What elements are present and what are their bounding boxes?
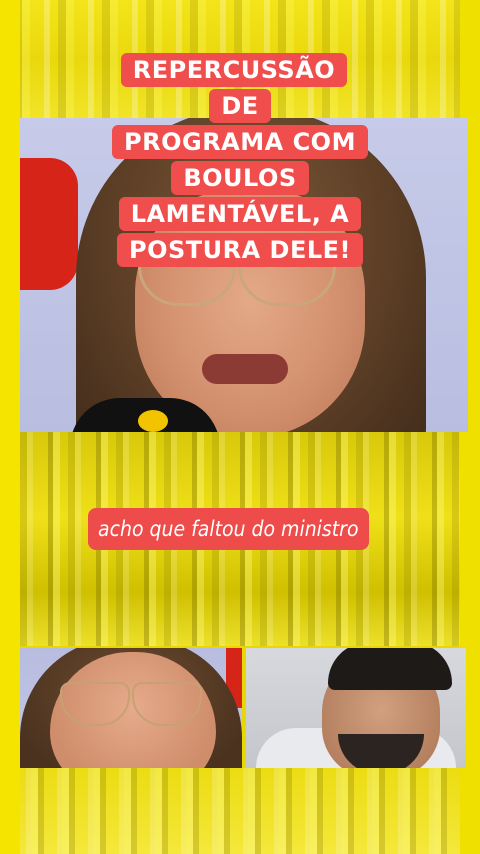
microphone-logo-icon xyxy=(138,410,168,432)
yellow-border-left xyxy=(0,0,20,854)
red-logo-shape xyxy=(20,158,78,290)
subtitle-caption: acho que faltou do ministro xyxy=(88,508,369,550)
man-hair xyxy=(328,648,452,690)
headline-line-3: BOULOS xyxy=(171,161,309,195)
speaker-mouth xyxy=(202,354,288,384)
glitch-stripes-bottom xyxy=(0,768,480,854)
headline-line-4: LAMENTÁVEL, A xyxy=(118,197,362,231)
bottom-right-man-photo xyxy=(246,648,466,768)
bottom-left-speaker-photo xyxy=(20,648,242,768)
headline-line-2: PROGRAMA COM xyxy=(112,125,368,159)
headline-caption: REPERCUSSÃO DE PROGRAMA COM BOULOS LAMEN… xyxy=(104,52,376,268)
video-frame: REPERCUSSÃO DE PROGRAMA COM BOULOS LAMEN… xyxy=(0,0,480,854)
headline-line-5: POSTURA DELE! xyxy=(117,233,363,267)
headline-line-1: REPERCUSSÃO DE xyxy=(120,53,348,123)
man-beard xyxy=(338,734,424,768)
